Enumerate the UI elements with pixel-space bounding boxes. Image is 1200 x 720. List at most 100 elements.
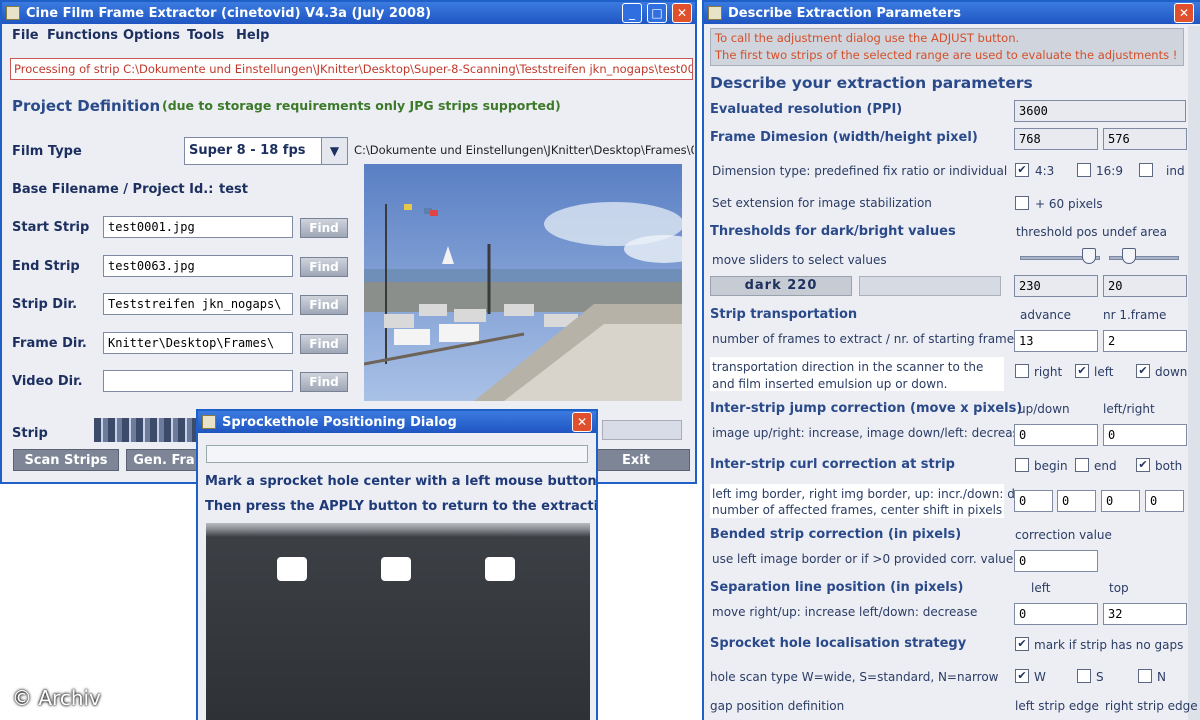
frame-dir-label: Frame Dir.: [12, 336, 87, 351]
menu-help[interactable]: Help: [236, 28, 269, 43]
params-window: Describe Extraction Parameters ✕ To call…: [702, 0, 1200, 720]
sprocket-dialog: Sprockethole Positioning Dialog ✕ Mark a…: [196, 409, 598, 720]
direction-right-label: right: [1034, 365, 1063, 379]
transport-note: number of frames to extract / nr. of sta…: [712, 332, 1015, 346]
frame-dimension-label: Frame Dimesion (width/height pixel): [710, 130, 978, 145]
find-end-button[interactable]: Find: [300, 257, 348, 277]
threshold-slider-thumb[interactable]: [1082, 248, 1096, 264]
status-text: Processing of strip C:\Dokumente und Ein…: [14, 62, 693, 76]
sprocket-title: Sprockethole Positioning Dialog: [222, 414, 457, 430]
start-strip-label: Start Strip: [12, 220, 90, 235]
end-strip-label: End Strip: [12, 259, 80, 274]
curl-both-checkbox[interactable]: ✔: [1136, 458, 1150, 472]
frames-path: C:\Dokumente und Einstellungen\JKnitter\…: [354, 143, 694, 157]
find-video-dir-button[interactable]: Find: [300, 372, 348, 392]
frame-preview-image: [364, 164, 682, 401]
direction-right-checkbox[interactable]: [1015, 364, 1029, 378]
extension-checkbox[interactable]: [1015, 196, 1029, 210]
main-window-title: Cine Film Frame Extractor (cinetovid) V4…: [26, 5, 432, 21]
scan-narrow-checkbox[interactable]: [1138, 669, 1152, 683]
curl-correction-label: Inter-strip curl correction at strip: [710, 457, 955, 472]
undef-slider[interactable]: [1109, 256, 1179, 260]
separation-top-input[interactable]: 32: [1103, 603, 1187, 625]
close-icon[interactable]: ✕: [1174, 3, 1194, 23]
menu-file[interactable]: File: [12, 28, 39, 43]
chevron-down-icon[interactable]: ▼: [321, 138, 347, 164]
end-strip-input[interactable]: test0063.jpg: [103, 255, 293, 277]
no-gaps-checkbox[interactable]: ✔: [1015, 637, 1029, 651]
close-icon[interactable]: ✕: [572, 412, 592, 432]
jump-updown-input[interactable]: 0: [1014, 424, 1098, 446]
separation-line-label: Separation line position (in pixels): [710, 580, 964, 595]
direction-down-checkbox[interactable]: ✔: [1136, 364, 1150, 378]
frame-dir-input[interactable]: Knitter\Desktop\Frames\: [103, 332, 293, 354]
undef-value-input[interactable]: 20: [1103, 275, 1187, 297]
direction-left-checkbox[interactable]: ✔: [1075, 364, 1089, 378]
extension-option-label: + 60 pixels: [1035, 197, 1103, 211]
starting-frame-input[interactable]: 2: [1103, 330, 1187, 352]
bended-correction-label: Bended strip correction (in pixels): [710, 527, 962, 542]
frame-height-input[interactable]: 576: [1103, 128, 1187, 150]
localisation-strategy-label: Sprocket hole localisation strategy: [710, 636, 967, 651]
sprocket-instruction-2: Then press the APPLY button to return to…: [205, 499, 598, 514]
scan-strips-button[interactable]: Scan Strips: [13, 449, 119, 471]
frame-width-input[interactable]: 768: [1014, 128, 1098, 150]
ratio-4-3-checkbox[interactable]: ✔: [1015, 163, 1029, 177]
ratio-4-3-label: 4:3: [1035, 164, 1055, 178]
strip-dir-input[interactable]: Teststreifen jkn_nogaps\: [103, 293, 293, 315]
film-type-select[interactable]: Super 8 - 18 fps ▼: [184, 137, 348, 165]
archive-watermark: © Archiv: [12, 686, 101, 710]
video-dir-input[interactable]: [103, 370, 293, 392]
curl-begin-checkbox[interactable]: [1015, 458, 1029, 472]
curl-right-input[interactable]: 0: [1057, 490, 1096, 512]
ratio-16-9-checkbox[interactable]: [1077, 163, 1091, 177]
jump-correction-label: Inter-strip jump correction (move x pixe…: [710, 401, 1023, 416]
scan-wide-label: W: [1034, 670, 1046, 684]
correction-value-label: correction value: [1015, 528, 1112, 542]
exit-button[interactable]: Exit: [582, 449, 690, 471]
gen-frames-button[interactable]: Gen. Fra: [126, 449, 202, 471]
menu-functions[interactable]: Functions: [47, 28, 118, 43]
sprocket-strip-image[interactable]: [206, 523, 590, 720]
sprocket-hole[interactable]: [485, 557, 515, 581]
minimize-button[interactable]: _: [622, 3, 642, 23]
start-strip-input[interactable]: test0001.jpg: [103, 216, 293, 238]
separation-left-label: left: [1031, 581, 1051, 595]
scan-wide-checkbox[interactable]: ✔: [1015, 669, 1029, 683]
film-type-label: Film Type: [12, 144, 82, 159]
threshold-pos-label: threshold pos: [1016, 225, 1098, 239]
curl-end-checkbox[interactable]: [1075, 458, 1089, 472]
menu-options[interactable]: Options: [123, 28, 180, 43]
menu-tools[interactable]: Tools: [187, 28, 224, 43]
find-strip-dir-button[interactable]: Find: [300, 295, 348, 315]
threshold-value-input[interactable]: 230: [1014, 275, 1098, 297]
resolution-input[interactable]: 3600: [1014, 100, 1186, 122]
params-scrollbar[interactable]: [1188, 26, 1200, 720]
find-start-button[interactable]: Find: [300, 218, 348, 238]
status-bar: Processing of strip C:\Dokumente und Ein…: [10, 58, 693, 80]
maximize-button[interactable]: □: [647, 3, 667, 23]
scan-standard-checkbox[interactable]: [1077, 669, 1091, 683]
find-frame-dir-button[interactable]: Find: [300, 334, 348, 354]
sprocket-hole[interactable]: [277, 557, 307, 581]
curl-note-1: left img border, right img border, up: i…: [712, 487, 1037, 501]
sprocket-hole[interactable]: [381, 557, 411, 581]
extension-label: Set extension for image stabilization: [712, 196, 932, 210]
curl-frames-input[interactable]: 0: [1101, 490, 1140, 512]
undef-slider-thumb[interactable]: [1122, 248, 1136, 264]
first-frame-label: nr 1.frame: [1103, 308, 1167, 322]
frames-to-extract-input[interactable]: 13: [1014, 330, 1098, 352]
close-icon[interactable]: ✕: [672, 3, 692, 23]
no-gaps-label: mark if strip has no gaps: [1034, 638, 1184, 652]
ratio-ind-checkbox[interactable]: [1139, 163, 1153, 177]
jump-leftright-input[interactable]: 0: [1103, 424, 1187, 446]
curl-left-input[interactable]: 0: [1014, 490, 1053, 512]
curl-shift-input[interactable]: 0: [1145, 490, 1184, 512]
strip-dir-label: Strip Dir.: [12, 297, 78, 312]
bended-correction-input[interactable]: 0: [1014, 550, 1098, 572]
warning-box: To call the adjustment dialog use the AD…: [710, 28, 1184, 66]
scan-standard-label: S: [1096, 670, 1104, 684]
sprocket-instruction-1: Mark a sprocket hole center with a left …: [205, 474, 598, 489]
hole-scan-note: hole scan type W=wide, S=standard, N=nar…: [710, 670, 999, 684]
separation-left-input[interactable]: 0: [1014, 603, 1098, 625]
